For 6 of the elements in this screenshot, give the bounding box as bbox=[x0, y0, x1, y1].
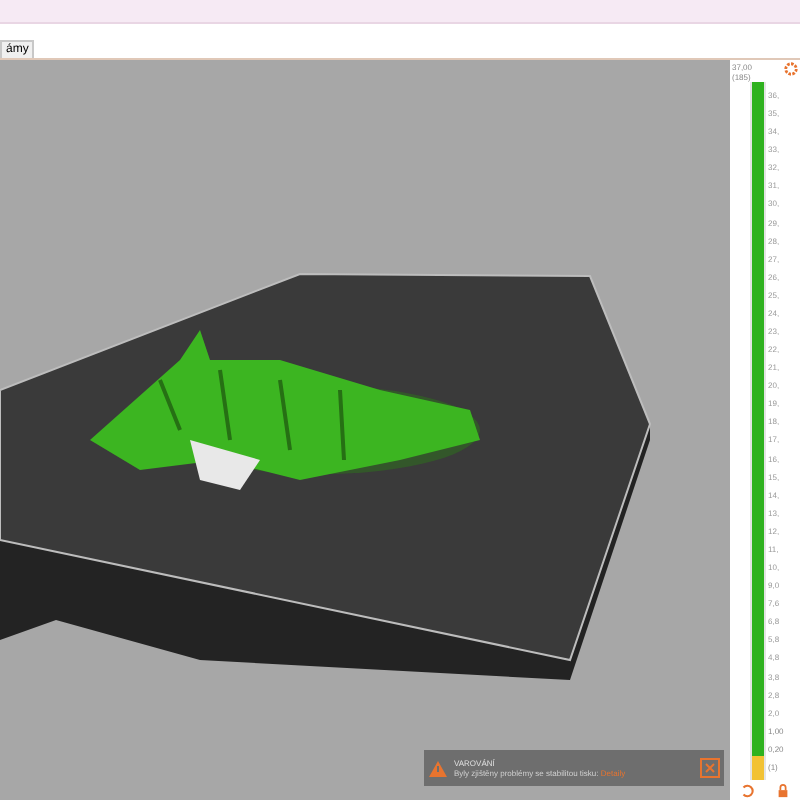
close-icon bbox=[704, 762, 716, 774]
close-button[interactable] bbox=[700, 758, 720, 778]
undo-icon[interactable] bbox=[740, 783, 755, 797]
settings-icon[interactable] bbox=[784, 62, 798, 76]
bottom-thumb[interactable] bbox=[752, 756, 764, 780]
lock-icon[interactable] bbox=[775, 783, 790, 797]
